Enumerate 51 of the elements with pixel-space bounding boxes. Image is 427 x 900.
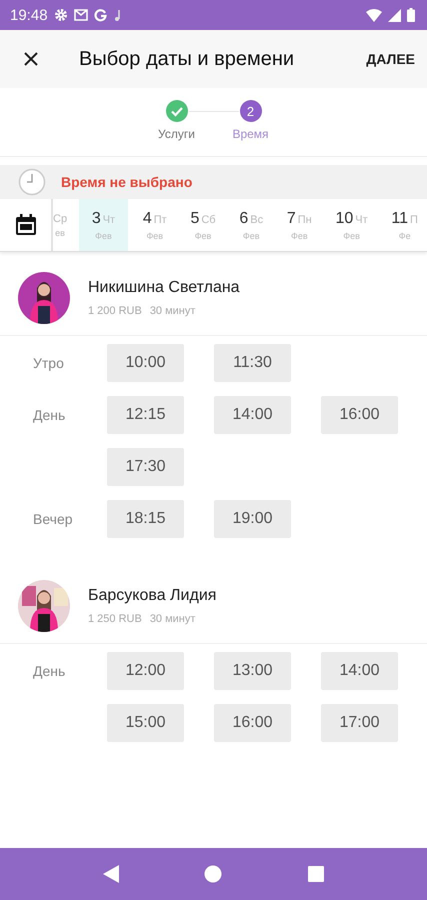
recents-icon[interactable] — [308, 866, 324, 882]
period-label: День — [32, 406, 66, 425]
screen-title: Выбор даты и времени — [79, 48, 296, 70]
back-icon[interactable] — [102, 865, 119, 883]
warning-text: Время не выбрано — [61, 174, 192, 190]
time-slot[interactable]: 10:00 — [107, 344, 184, 382]
calendar-icon — [14, 214, 36, 236]
date-item[interactable]: 4 Пт Фев — [134, 199, 176, 251]
date-item[interactable]: 3 Чт Фев — [78, 199, 128, 251]
date-item[interactable]: 10 Чт Фев — [326, 199, 377, 251]
time-slot[interactable]: 18:15 — [107, 500, 184, 538]
step-label[interactable]: Услуги — [158, 127, 195, 141]
clock-icon — [18, 168, 46, 196]
time-slot[interactable]: 13:00 — [214, 652, 291, 690]
calendar-button[interactable] — [0, 199, 53, 251]
gear-icon — [54, 8, 68, 22]
time-slot[interactable]: 12:15 — [107, 396, 184, 434]
date-item[interactable]: 5 Сб Фев — [181, 199, 225, 251]
period-label: День — [32, 662, 66, 681]
status-time: 19:48 — [10, 6, 48, 24]
period-label: Вечер — [32, 510, 74, 529]
specialist-name: Никишина Светлана — [88, 278, 240, 296]
next-button[interactable]: ДАЛЕЕ — [366, 45, 415, 73]
wifi-icon — [366, 8, 382, 22]
close-icon[interactable] — [23, 51, 39, 67]
date-item[interactable]: 6 Вс Фев — [230, 199, 272, 251]
price: 1 200 RUB — [88, 304, 142, 316]
duration: 30 минут — [150, 612, 196, 624]
time-slot[interactable]: 12:00 — [107, 652, 184, 690]
mail-icon — [74, 9, 88, 21]
duration: 30 минут — [150, 304, 196, 316]
date-item[interactable]: 7 Пн Фев — [278, 199, 321, 251]
time-slot[interactable]: 15:00 — [107, 704, 184, 742]
g-logo-icon — [94, 8, 107, 22]
note-icon — [112, 8, 123, 22]
battery-icon — [407, 8, 415, 22]
step-number: 2 — [240, 100, 262, 122]
price: 1 250 RUB — [88, 612, 142, 624]
time-slot[interactable]: 11:30 — [214, 344, 291, 382]
time-slot[interactable]: 14:00 — [321, 652, 398, 690]
date-item[interactable]: 11 П Фе — [382, 199, 427, 251]
time-slot[interactable]: 17:30 — [107, 448, 184, 486]
time-slot[interactable]: 16:00 — [214, 704, 291, 742]
time-slot[interactable]: 17:00 — [321, 704, 398, 742]
signal-icon — [388, 8, 401, 22]
time-slot[interactable]: 19:00 — [214, 500, 291, 538]
time-slot[interactable]: 16:00 — [321, 396, 398, 434]
home-icon[interactable] — [204, 865, 222, 883]
time-slot[interactable]: 14:00 — [214, 396, 291, 434]
specialist-name: Барсукова Лидия — [88, 586, 216, 604]
period-label: Утро — [32, 354, 65, 373]
